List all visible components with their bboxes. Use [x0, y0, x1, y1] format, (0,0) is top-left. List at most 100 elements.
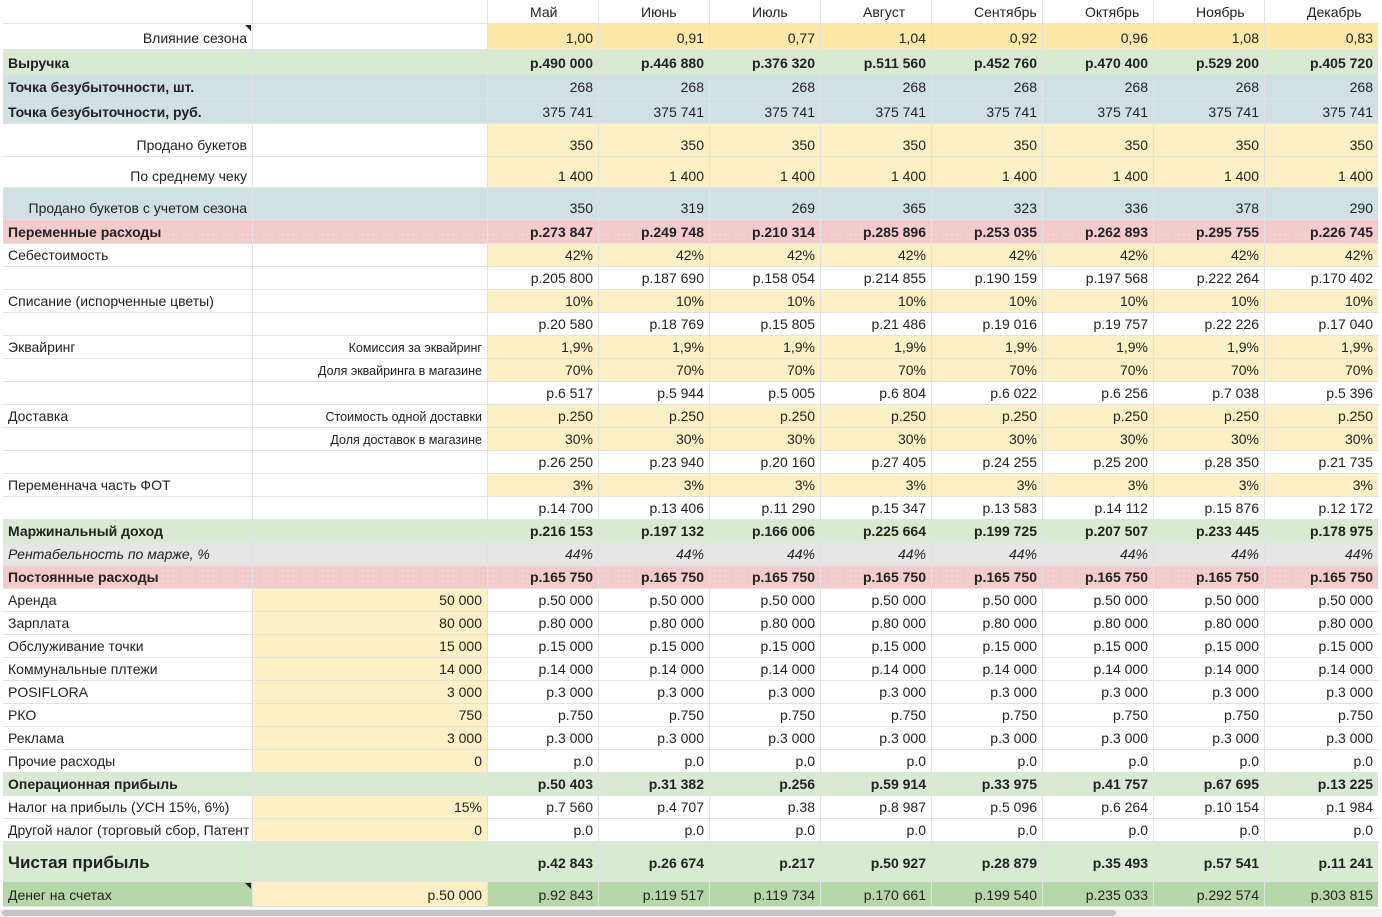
cell-value[interactable]: р.249 748 [599, 220, 710, 243]
cell-value[interactable]: р.405 720 [1265, 50, 1378, 74]
cell-label[interactable]: Эквайринг [3, 336, 253, 358]
cell-label[interactable]: Налог на прибыль (УСН 15%, 6%) [3, 796, 253, 818]
cell-label[interactable]: Чистая прибыль [3, 842, 253, 881]
cell-value[interactable]: 0,92 [932, 24, 1043, 49]
cell-value[interactable]: 365 [821, 188, 932, 219]
cell-value[interactable]: 1,9% [599, 336, 710, 358]
cell-input[interactable] [253, 474, 488, 496]
cell-value[interactable]: р.3 000 [1154, 727, 1265, 749]
cell-label[interactable] [3, 451, 253, 473]
cell-value[interactable]: р.165 750 [1265, 566, 1378, 588]
cell-input[interactable] [253, 75, 488, 98]
cell-value[interactable]: р.5 396 [1265, 382, 1378, 404]
cell-label[interactable]: По среднему чеку [3, 157, 253, 187]
cell-value[interactable]: р.17 040 [1265, 313, 1378, 335]
cell-value[interactable]: р.3 000 [932, 681, 1043, 703]
cell-value[interactable]: р.14 000 [710, 658, 821, 680]
cell-value[interactable]: р.3 000 [1265, 681, 1378, 703]
cell-value[interactable]: 268 [1043, 75, 1154, 98]
cell-value[interactable]: 44% [932, 543, 1043, 565]
cell-value[interactable]: 268 [488, 75, 599, 98]
cell-value[interactable]: р.3 000 [932, 727, 1043, 749]
cell-value[interactable]: р.15 000 [710, 635, 821, 657]
month-header[interactable]: Декабрь [1265, 0, 1378, 23]
cell-label[interactable] [3, 359, 253, 381]
cell-value[interactable]: 375 741 [599, 99, 710, 123]
cell-value[interactable]: р.20 160 [710, 451, 821, 473]
cell-value[interactable]: р.250 [1154, 405, 1265, 427]
cell-input[interactable] [253, 543, 488, 565]
cell-value[interactable]: р.50 000 [1154, 589, 1265, 611]
cell-value[interactable]: р.222 264 [1154, 267, 1265, 289]
cell-label[interactable] [3, 0, 253, 23]
cell-value[interactable]: р.50 000 [710, 589, 821, 611]
cell-value[interactable]: 30% [488, 428, 599, 450]
cell-value[interactable]: р.207 507 [1043, 520, 1154, 542]
cell-value[interactable]: 268 [821, 75, 932, 98]
cell-input[interactable]: 80 000 [253, 612, 488, 634]
cell-value[interactable]: 1 400 [1265, 157, 1378, 187]
cell-value[interactable]: р.217 [710, 842, 821, 881]
cell-value[interactable]: 30% [1265, 428, 1378, 450]
cell-value[interactable]: 1,08 [1154, 24, 1265, 49]
cell-input[interactable]: Доля эквайринга в магазине [253, 359, 488, 381]
cell-value[interactable]: р.0 [710, 819, 821, 841]
cell-value[interactable]: р.376 320 [710, 50, 821, 74]
cell-value[interactable]: 375 741 [1265, 99, 1378, 123]
cell-value[interactable]: 44% [599, 543, 710, 565]
cell-value[interactable]: 10% [710, 290, 821, 312]
cell-value[interactable]: р.80 000 [821, 612, 932, 634]
cell-value[interactable]: р.3 000 [1154, 681, 1265, 703]
cell-value[interactable]: 3% [599, 474, 710, 496]
cell-value[interactable]: р.13 583 [932, 497, 1043, 519]
cell-value[interactable]: 70% [1043, 359, 1154, 381]
cell-value[interactable]: р.6 804 [821, 382, 932, 404]
cell-value[interactable]: р.15 805 [710, 313, 821, 335]
cell-value[interactable]: 1 400 [1043, 157, 1154, 187]
cell-value[interactable]: р.0 [821, 750, 932, 772]
cell-input[interactable] [253, 0, 488, 23]
cell-input[interactable] [253, 842, 488, 881]
cell-input[interactable] [253, 157, 488, 187]
cell-label[interactable]: Переменные расходы [3, 220, 253, 243]
cell-value[interactable]: р.3 000 [488, 681, 599, 703]
cell-value[interactable]: 375 741 [710, 99, 821, 123]
cell-value[interactable]: 268 [1265, 75, 1378, 98]
cell-value[interactable]: 0,83 [1265, 24, 1378, 49]
cell-input[interactable] [253, 313, 488, 335]
cell-value[interactable]: р.3 000 [599, 727, 710, 749]
cell-value[interactable]: 44% [1043, 543, 1154, 565]
cell-label[interactable]: Реклама [3, 727, 253, 749]
cell-value[interactable]: р.5 096 [932, 796, 1043, 818]
cell-value[interactable]: р.6 022 [932, 382, 1043, 404]
cell-input[interactable]: Комиссия за эквайринг [253, 336, 488, 358]
cell-value[interactable]: 42% [932, 244, 1043, 266]
month-header[interactable]: Июль [710, 0, 821, 23]
cell-input[interactable]: 15% [253, 796, 488, 818]
cell-value[interactable]: р.3 000 [1043, 727, 1154, 749]
cell-label[interactable]: Прочие расходы [3, 750, 253, 772]
cell-value[interactable]: р.18 769 [599, 313, 710, 335]
cell-input[interactable] [253, 24, 488, 49]
cell-value[interactable]: 10% [1043, 290, 1154, 312]
cell-value[interactable]: р.31 382 [599, 773, 710, 795]
cell-value[interactable]: р.42 843 [488, 842, 599, 881]
cell-value[interactable]: 1,9% [1265, 336, 1378, 358]
cell-value[interactable]: р.50 000 [821, 589, 932, 611]
cell-value[interactable]: р.3 000 [710, 727, 821, 749]
cell-value[interactable]: р.225 664 [821, 520, 932, 542]
cell-value[interactable]: р.11 241 [1265, 842, 1378, 881]
cell-value[interactable]: р.197 568 [1043, 267, 1154, 289]
cell-input[interactable] [253, 244, 488, 266]
cell-value[interactable]: р.6 256 [1043, 382, 1154, 404]
cell-value[interactable]: р.3 000 [710, 681, 821, 703]
cell-value[interactable]: р.216 153 [488, 520, 599, 542]
cell-value[interactable]: р.470 400 [1043, 50, 1154, 74]
cell-value[interactable]: 375 741 [821, 99, 932, 123]
cell-input[interactable]: р.50 000 [253, 882, 488, 906]
cell-value[interactable]: 10% [932, 290, 1043, 312]
cell-value[interactable]: р.14 000 [932, 658, 1043, 680]
cell-value[interactable]: 70% [932, 359, 1043, 381]
cell-value[interactable]: р.446 880 [599, 50, 710, 74]
cell-value[interactable]: р.7 038 [1154, 382, 1265, 404]
